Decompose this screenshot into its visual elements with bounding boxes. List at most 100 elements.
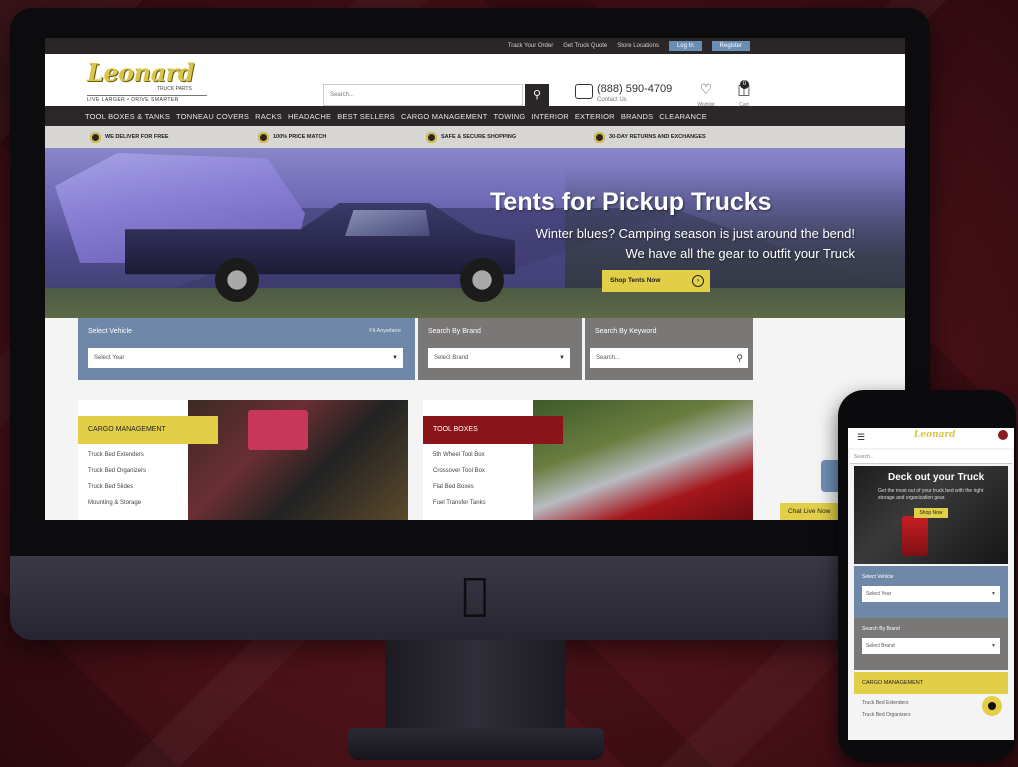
truck-window [345, 210, 430, 236]
list-item[interactable]: Mounting & Storage [88, 500, 141, 506]
list-item[interactable]: Truck Bed Organizers [88, 468, 146, 474]
logo-wordmark: Leonard [87, 58, 195, 87]
hero-subtitle-line: We have all the gear to outfit your Truc… [625, 246, 855, 261]
utility-bar: Track Your Order Get Truck Quote Store L… [45, 38, 905, 54]
list-item[interactable]: Truck Bed Extenders [862, 700, 909, 706]
arrow-right-icon: › [692, 275, 704, 287]
list-item[interactable]: Crossover Tool Box [433, 468, 485, 474]
nav-item-exterior[interactable]: EXTERIOR [575, 112, 615, 121]
nav-item-headache[interactable]: HEADACHE [288, 112, 331, 121]
keyword-search-input[interactable]: Search... ⚲ [590, 348, 748, 368]
truck-wheel [460, 258, 504, 302]
nav-item-clearance[interactable]: CLEARANCE [659, 112, 707, 121]
hero-subtitle: Winter blues? Camping season is just aro… [465, 224, 855, 264]
mobile-year-dropdown[interactable]: Select Year ▼ [862, 586, 1000, 602]
truck-wheel [215, 258, 259, 302]
phone-contact[interactable]: (888) 590-4709 Contact Us [575, 83, 685, 108]
tool-boxes-tile[interactable]: TOOL BOXES 5th Wheel Tool Box Crossover … [423, 400, 753, 520]
red-gear-image [902, 516, 928, 556]
select-vehicle-title: Select Vehicle [88, 328, 132, 335]
benefit-price-match: 100% PRICE MATCH [213, 131, 381, 143]
keyword-panel-title: Search By Keyword [595, 328, 657, 335]
fit-anywhere-toggle[interactable]: Fit Anywhere [369, 328, 401, 334]
mobile-vehicle-title: Select Vehicle [862, 574, 894, 580]
mobile-shop-now-button[interactable]: Shop Now [914, 508, 948, 518]
shop-tents-label: Shop Tents Now [610, 277, 661, 284]
mobile-hero-title: Deck out your Truck [888, 472, 985, 483]
mobile-logo[interactable]: Leonard [914, 430, 955, 440]
list-item[interactable]: Fuel Transfer Tanks [433, 500, 486, 506]
price-badge-icon [258, 131, 269, 143]
toolbox-truck-image [533, 400, 753, 520]
benefit-label: WE DELIVER FOR FREE [105, 134, 169, 140]
contact-us-label: Contact Us [597, 97, 627, 103]
search-icon[interactable]: ⚲ [525, 84, 549, 106]
benefit-label: SAFE & SECURE SHOPPING [441, 134, 517, 140]
store-locations-link[interactable]: Store Locations [617, 43, 659, 49]
lock-badge-icon [426, 131, 437, 143]
apple-logo-icon:  [455, 572, 495, 618]
mobile-brand-value: Select Brand [866, 643, 895, 649]
imac-stand-foot [348, 728, 604, 760]
list-item[interactable]: Truck Bed Extenders [88, 452, 144, 458]
track-order-link[interactable]: Track Your Order [508, 43, 553, 49]
benefit-returns: 30-DAY RETURNS AND EXCHANGES [549, 131, 769, 143]
brand-panel-title: Search By Brand [428, 328, 481, 335]
cargo-management-tile[interactable]: CARGO MANAGEMENT Truck Bed Extenders Tru… [78, 400, 408, 520]
nav-item-interior[interactable]: INTERIOR [531, 112, 568, 121]
cart-count-badge: 0 [740, 80, 749, 89]
chat-bubble-icon[interactable] [982, 696, 1002, 716]
benefit-secure-shopping: SAFE & SECURE SHOPPING [381, 131, 549, 143]
cargo-title[interactable]: CARGO MANAGEMENT [78, 416, 218, 444]
cart-label: Cart [739, 102, 749, 108]
register-button[interactable]: Register [711, 41, 750, 51]
search-icon[interactable]: ⚲ [736, 348, 743, 368]
list-item[interactable]: Truck Bed Slides [88, 484, 133, 490]
mobile-search-input[interactable]: Search... [850, 450, 1012, 464]
select-brand-dropdown[interactable]: Select Brand ▼ [428, 348, 570, 368]
nav-item-tool-boxes[interactable]: TOOL BOXES & TANKS [85, 112, 170, 121]
benefit-free-delivery: WE DELIVER FOR FREE [45, 131, 213, 143]
list-item[interactable]: 5th Wheel Tool Box [433, 452, 485, 458]
login-button[interactable]: Log In [668, 41, 702, 51]
nav-item-best-sellers[interactable]: BEST SELLERS [337, 112, 395, 121]
mobile-hero-banner: Deck out your Truck Get the most out of … [854, 466, 1008, 564]
leonard-logo[interactable]: Leonard TRUCK PARTS LIVE LARGER • DRIVE … [87, 58, 212, 103]
list-item[interactable]: Truck Bed Organizers [862, 712, 910, 718]
hero-title: Tents for Pickup Trucks [490, 188, 772, 216]
mobile-brand-panel: Search By Brand Select Brand ▼ [854, 618, 1008, 670]
chevron-down-icon: ▼ [991, 591, 996, 597]
nav-item-tonneau-covers[interactable]: TONNEAU COVERS [176, 112, 249, 121]
chevron-down-icon: ▼ [991, 643, 996, 649]
nav-item-racks[interactable]: RACKS [255, 112, 282, 121]
nav-item-towing[interactable]: TOWING [494, 112, 526, 121]
list-item[interactable]: Flat Bed Boxes [433, 484, 474, 490]
truck-quote-link[interactable]: Get Truck Quote [563, 43, 607, 49]
chevron-down-icon: ▼ [559, 355, 565, 361]
hero-banner: Tents for Pickup Trucks Winter blues? Ca… [45, 148, 905, 318]
mobile-cargo-title[interactable]: CARGO MANAGEMENT [854, 672, 1008, 694]
nav-item-cargo-management[interactable]: CARGO MANAGEMENT [401, 112, 488, 121]
imac-stand [385, 640, 565, 735]
hamburger-menu-icon[interactable]: ☰ [857, 432, 865, 443]
shop-tents-button[interactable]: Shop Tents Now › [602, 270, 710, 292]
benefit-label: 100% PRICE MATCH [273, 134, 327, 140]
logo-tagline: LIVE LARGER • DRIVE SMARTER [87, 95, 207, 103]
mobile-header: ☰ Leonard [848, 428, 1014, 448]
search-input[interactable]: Search... [323, 84, 523, 106]
phone-number: (888) 590-4709 [597, 83, 673, 95]
tool-boxes-title[interactable]: TOOL BOXES [423, 416, 563, 444]
benefit-label: 30-DAY RETURNS AND EXCHANGES [609, 134, 706, 140]
return-badge-icon [594, 131, 605, 143]
select-year-dropdown[interactable]: Select Year ▼ [88, 348, 403, 368]
select-year-value: Select Year [94, 355, 125, 361]
mobile-hero-subtitle: Get the most out of your truck bed with … [878, 488, 984, 501]
cart-icon[interactable] [998, 430, 1008, 440]
mobile-brand-dropdown[interactable]: Select Brand ▼ [862, 638, 1000, 654]
main-nav: TOOL BOXES & TANKS TONNEAU COVERS RACKS … [45, 106, 905, 126]
nav-item-brands[interactable]: BRANDS [621, 112, 653, 121]
wishlist-label: Wishlist [697, 102, 715, 108]
truck-badge-icon [90, 131, 101, 143]
heart-icon[interactable]: ♡ [691, 82, 721, 98]
logo-subtitle: TRUCK PARTS [157, 86, 192, 92]
